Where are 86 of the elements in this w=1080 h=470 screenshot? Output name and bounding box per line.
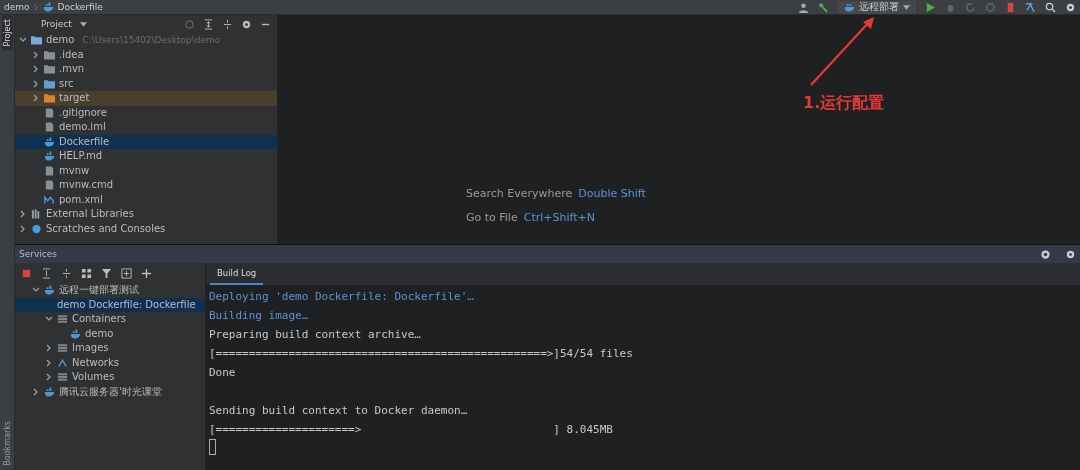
collapse-all-icon[interactable] [61, 267, 72, 279]
library-icon [31, 209, 42, 220]
tree-item[interactable]: 远程一键部署测试 [15, 283, 205, 298]
chevron-icon [33, 3, 39, 11]
expand-all-icon[interactable] [203, 18, 214, 30]
file-icon [44, 165, 55, 176]
stop-icon[interactable] [1005, 1, 1016, 13]
folder-icon [44, 64, 55, 75]
folder-icon [44, 49, 55, 60]
settings-icon[interactable] [1065, 248, 1076, 260]
run-configuration-dropdown[interactable]: 远程部署 [838, 0, 916, 14]
tree-item[interactable]: 腾讯云服务器'时光课堂 [15, 384, 205, 399]
log-line: Deploying 'demo Dockerfile: Dockerfile'… [209, 290, 474, 303]
new-tab-icon[interactable] [121, 267, 132, 279]
tree-item[interactable]: Dockerfile [15, 134, 277, 149]
panel-title: Services [19, 249, 57, 259]
search-icon[interactable] [1045, 1, 1056, 13]
log-line: Building image… [209, 309, 309, 322]
log-line: Done [209, 366, 236, 379]
breadcrumb-item[interactable]: Dockerfile [57, 2, 103, 12]
whale-icon [70, 328, 81, 339]
tree-item[interactable]: Volumes [15, 370, 205, 385]
tree-item[interactable]: demo C:\Users\15402\Desktop\demo [15, 33, 277, 48]
tab[interactable]: Build Log [210, 263, 264, 285]
tree-item[interactable]: src [15, 76, 277, 91]
stack-icon [57, 372, 68, 383]
gear-wheel-icon[interactable] [1040, 248, 1051, 260]
tree-item[interactable]: demo [15, 326, 205, 341]
tree-item[interactable]: Containers [15, 312, 205, 327]
log-line: [=====================> ] 8.045MB [209, 423, 613, 436]
tree-item[interactable]: External Libraries [15, 207, 277, 222]
tree-item[interactable]: demo.iml [15, 120, 277, 135]
annotation-text: 1.运行配置 [803, 93, 885, 114]
whale-icon [44, 151, 55, 162]
add-icon[interactable] [141, 267, 152, 279]
collapse-all-icon[interactable] [222, 18, 233, 30]
tree-item[interactable]: HELP.md [15, 149, 277, 164]
folder-icon [44, 93, 55, 104]
hint-text: Go to File [466, 211, 518, 224]
tree-item[interactable]: .mvn [15, 62, 277, 77]
tree-item[interactable]: .idea [15, 47, 277, 62]
tree-item[interactable]: pom.xml [15, 192, 277, 207]
filter-icon[interactable] [101, 267, 112, 279]
settings-icon[interactable] [1065, 1, 1076, 13]
whale-icon [844, 2, 855, 12]
file-icon [44, 180, 55, 191]
tree-item[interactable]: Networks [15, 355, 205, 370]
whale-icon [42, 2, 54, 12]
group-icon[interactable] [81, 267, 92, 279]
settings-icon[interactable] [241, 18, 252, 30]
whale-icon [44, 285, 55, 296]
target-icon[interactable] [184, 18, 195, 30]
tree-item[interactable]: Scratches and Consoles [15, 221, 277, 236]
hint-text: Search Everywhere [466, 187, 573, 200]
run-icon[interactable] [925, 1, 936, 13]
caret-icon [903, 4, 910, 10]
shortcut-text: Double Shift [578, 187, 646, 200]
path-text: C:\Users\15402\Desktop\demo [82, 35, 221, 46]
whale-icon [44, 386, 55, 397]
scratches-icon [31, 223, 42, 234]
tree-item[interactable]: mvnw [15, 163, 277, 178]
project-tab[interactable]: Project [1, 15, 13, 51]
tree-item[interactable]: demo Dockerfile: Dockerfile [15, 297, 205, 312]
m-icon [44, 194, 55, 205]
whale-icon [44, 136, 55, 147]
stack-icon [57, 343, 68, 354]
log-line: Preparing build context archive… [209, 328, 421, 341]
tree-item[interactable]: target [15, 91, 277, 106]
folder-icon [31, 35, 42, 46]
tree-item[interactable]: Images [15, 341, 205, 356]
caret-icon[interactable] [79, 21, 87, 27]
shortcut-text: Ctrl+Shift+N [523, 211, 595, 224]
stack-icon [57, 314, 68, 325]
panel-title[interactable]: Project [41, 19, 72, 29]
expand-all-icon[interactable] [41, 267, 52, 279]
log-line: [==================================================>]54/54 files [209, 347, 633, 360]
folder-icon [44, 78, 55, 89]
breadcrumb-item[interactable]: demo [4, 2, 30, 12]
tree-item[interactable]: mvnw.cmd [15, 178, 277, 193]
log-line: Sending build context to Docker daemon… [209, 404, 468, 417]
hammer-icon[interactable] [818, 1, 829, 13]
tree-item[interactable]: .gitignore [15, 105, 277, 120]
person-icon[interactable] [798, 1, 809, 13]
text-cursor [209, 439, 216, 455]
stop-icon[interactable] [21, 267, 32, 279]
bookmarks-tab[interactable]: Bookmarks [1, 417, 13, 470]
